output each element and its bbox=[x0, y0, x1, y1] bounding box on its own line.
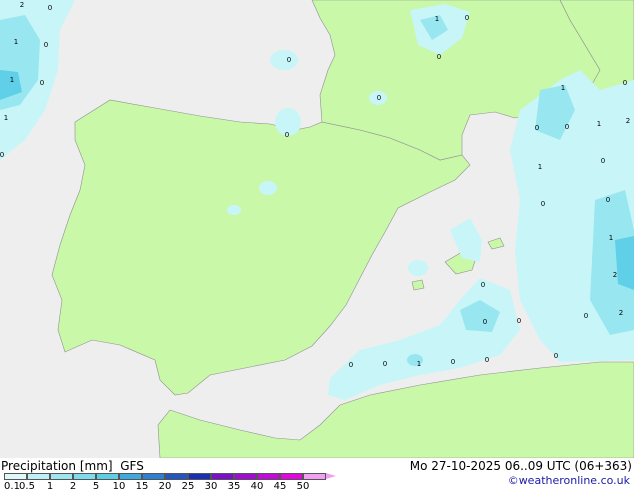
precip-value-label: 0 bbox=[483, 318, 487, 326]
scale-swatch bbox=[73, 473, 96, 480]
precip-value-label: 0 bbox=[465, 14, 469, 22]
scale-swatch bbox=[211, 473, 234, 480]
scale-swatch bbox=[50, 473, 73, 480]
precip-value-label: 0 bbox=[485, 356, 489, 364]
precip-value-label: 1 bbox=[538, 163, 542, 171]
precip-value-label: 0 bbox=[383, 360, 387, 368]
precip-value-label: 0 bbox=[349, 361, 353, 369]
precip-value-label: 0 bbox=[606, 196, 610, 204]
scale-tick-label: 10 bbox=[112, 481, 126, 492]
scale-tick-label: 0.5 bbox=[19, 481, 35, 492]
precip-value-label: 0 bbox=[623, 79, 627, 87]
product-label: Precipitation [mm] bbox=[1, 459, 113, 473]
precip-value-label: 1 bbox=[10, 76, 14, 84]
precip-value-label: 2 bbox=[613, 271, 617, 279]
scale-tick-label: 30 bbox=[204, 481, 218, 492]
precip-value-label: 0 bbox=[437, 53, 441, 61]
scale-swatch bbox=[96, 473, 119, 480]
precip-value-label: 0 bbox=[481, 281, 485, 289]
precip-value-label: 1 bbox=[14, 38, 18, 46]
precip-cell-f bbox=[408, 260, 428, 276]
scale-tick-label: 35 bbox=[227, 481, 241, 492]
precip-value-label: 0 bbox=[601, 157, 605, 165]
precip-value-label: 0 bbox=[554, 352, 558, 360]
precip-cell-a bbox=[270, 50, 298, 70]
precip-value-label: 0 bbox=[451, 358, 455, 366]
precip-value-label: 0 bbox=[584, 312, 588, 320]
precip-value-label: 0 bbox=[377, 94, 381, 102]
scale-swatch bbox=[257, 473, 280, 480]
scale-swatch bbox=[165, 473, 188, 480]
land-ibiza bbox=[411, 279, 425, 291]
scale-tick-label: 5 bbox=[92, 481, 100, 492]
precip-value-label: 1 bbox=[4, 114, 8, 122]
precipitation-map[interactable]: 2 0 1 0 1 0 1 0 1 0 0 0 0 0 1 0 0 0 1 2 1 0 0 0 1 2 0 0 0 0 2 0 0 1 0 0 0 bbox=[0, 0, 634, 458]
precip-value-label: 2 bbox=[619, 309, 623, 317]
precip-value-label: 0 bbox=[48, 4, 52, 12]
scale-swatch bbox=[303, 473, 326, 480]
precip-cell-d bbox=[259, 181, 277, 195]
precip-value-label: 0 bbox=[541, 200, 545, 208]
scale-swatch bbox=[234, 473, 257, 480]
scale-swatch bbox=[4, 473, 27, 480]
scale-tick-label: 2 bbox=[69, 481, 77, 492]
scale-swatch bbox=[188, 473, 211, 480]
precip-value-label: 1 bbox=[417, 360, 421, 368]
scale-swatch bbox=[280, 473, 303, 480]
precip-value-label: 0 bbox=[285, 131, 289, 139]
precip-value-label: 2 bbox=[626, 117, 630, 125]
scale-tick-label: 40 bbox=[250, 481, 264, 492]
scale-tick-label: 1 bbox=[46, 481, 54, 492]
product-title: Precipitation [mm] GFS bbox=[1, 459, 144, 473]
precip-value-label: 0 bbox=[44, 41, 48, 49]
scale-arrow-icon bbox=[326, 473, 336, 479]
precip-value-label: 1 bbox=[435, 15, 439, 23]
precip-value-label: 1 bbox=[609, 234, 613, 242]
scale-swatch bbox=[27, 473, 50, 480]
scale-tick-label: 0.1 bbox=[4, 481, 20, 492]
map-viewer: 2010101010000010001210001200002001000 Pr… bbox=[0, 0, 634, 492]
precip-value-label: 0 bbox=[535, 124, 539, 132]
footer-bar: Precipitation [mm] GFS Mo 27-10-2025 06.… bbox=[0, 458, 634, 492]
precip-value-label: 0 bbox=[40, 79, 44, 87]
scale-tick-label: 15 bbox=[135, 481, 149, 492]
scale-tick-label: 45 bbox=[273, 481, 287, 492]
precip-value-label: 1 bbox=[561, 84, 565, 92]
precip-value-label: 1 bbox=[597, 120, 601, 128]
precip-value-label: 0 bbox=[517, 317, 521, 325]
precip-value-label: 2 bbox=[20, 1, 24, 9]
model-label: GFS bbox=[120, 459, 144, 473]
precip-value-label: 0 bbox=[0, 151, 4, 159]
precip-value-label: 0 bbox=[565, 123, 569, 131]
scale-tick-label: 20 bbox=[158, 481, 172, 492]
scale-tick-label: 25 bbox=[181, 481, 195, 492]
scale-swatch bbox=[119, 473, 142, 480]
validity-time: Mo 27-10-2025 06..09 UTC (06+363) bbox=[409, 459, 632, 473]
precip-value-label: 0 bbox=[287, 56, 291, 64]
precip-cell-e bbox=[227, 205, 241, 215]
credit-link[interactable]: ©weatheronline.co.uk bbox=[508, 474, 630, 488]
scale-tick-label: 50 bbox=[296, 481, 310, 492]
scale-swatch bbox=[142, 473, 165, 480]
